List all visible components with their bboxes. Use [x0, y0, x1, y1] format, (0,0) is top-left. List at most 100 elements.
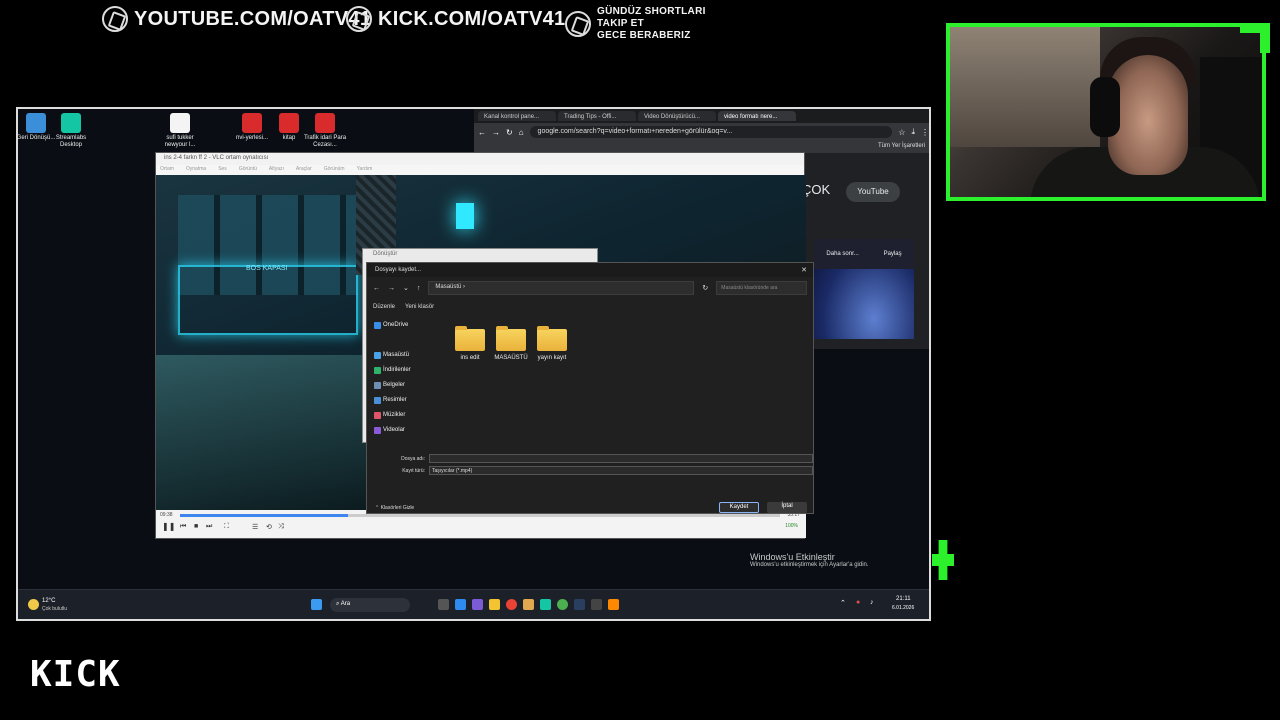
filetype-label: Kayıt türü: — [402, 468, 425, 474]
desktop-icon-video[interactable]: sufi tukker newyour l... — [155, 113, 205, 149]
close-icon[interactable]: ✕ — [801, 266, 807, 274]
tab-trading[interactable]: Trading Tips - Offi... — [558, 111, 636, 121]
file-explorer-icon[interactable] — [489, 599, 500, 610]
cloud-icon — [374, 322, 381, 329]
webcam-frame-corner — [1240, 23, 1270, 53]
stop-icon[interactable]: ■ — [194, 523, 198, 530]
prev-icon[interactable]: ⏮ — [180, 523, 186, 531]
up-icon[interactable]: ↑ — [417, 285, 421, 292]
folder-icon — [496, 326, 526, 351]
filename-label: Dosya adı: — [401, 456, 425, 462]
video-icon — [374, 427, 381, 434]
playlist-icon[interactable]: ☰ — [252, 523, 258, 531]
tab-video-format[interactable]: video formatı nere... — [718, 111, 796, 121]
teams-icon[interactable] — [472, 599, 483, 610]
sidebar-item-downloads[interactable]: İndirilenler — [371, 364, 439, 379]
filename-input[interactable] — [429, 454, 813, 463]
new-folder-button[interactable]: Yeni klasör — [405, 304, 434, 310]
pause-icon[interactable]: ❚❚ — [162, 522, 175, 531]
music-icon — [374, 412, 381, 419]
chevron-down-icon[interactable]: ⌄ — [403, 284, 409, 292]
sidebar-item-desktop[interactable]: Masaüstü — [371, 349, 439, 364]
promo-line-3: GECE BERABERIZ — [597, 30, 691, 41]
back-icon[interactable]: ← — [373, 285, 380, 292]
video-file-icon — [170, 113, 190, 133]
forward-icon[interactable]: → — [492, 128, 500, 137]
windows-taskbar: 12°C Çok bulutlu ⌕ Ara ⌃ ● ♪ 21:11 6.01.… — [18, 589, 929, 619]
weather-desc: Çok bulutlu — [42, 606, 68, 612]
menu-help[interactable]: Yardım — [357, 166, 373, 174]
cancel-button[interactable]: İptal — [767, 502, 807, 513]
filetype-select[interactable]: Taşıyıcılar (*.mp4) — [429, 466, 813, 475]
sidebar-item-pictures[interactable]: Resimler — [371, 394, 439, 409]
weather-icon[interactable] — [28, 599, 39, 610]
back-icon[interactable]: ← — [478, 128, 486, 137]
activation-subtitle: Windows'u etkinleştirmek için Ayarlar'a … — [750, 562, 869, 568]
sidebar-item-documents[interactable]: Belgeler — [371, 379, 439, 394]
path-breadcrumb[interactable]: Masaüstü › — [428, 281, 695, 295]
task-view-icon[interactable] — [438, 599, 449, 610]
menu-view[interactable]: Görünüm — [324, 166, 345, 174]
tray-chevron-icon[interactable]: ⌃ — [840, 599, 846, 607]
scene-sign: BOS KAPASI — [246, 265, 288, 272]
menu-subtitle[interactable]: Altyazı — [269, 166, 284, 174]
organize-button[interactable]: Düzenle — [373, 304, 395, 310]
folder-icon — [537, 326, 567, 351]
sidebar-item-onedrive[interactable]: OneDrive — [371, 319, 439, 334]
refresh-icon[interactable]: ↻ — [702, 284, 708, 292]
menu-tools[interactable]: Araçlar — [296, 166, 312, 174]
fullscreen-icon[interactable]: ⛶ — [224, 523, 229, 531]
menu-media[interactable]: Ortam — [160, 166, 174, 174]
forward-icon[interactable]: → — [388, 285, 395, 292]
vlc-icon[interactable] — [608, 599, 619, 610]
desktop-icon-pdf-3[interactable]: Trafik idari Para Cezası... — [300, 113, 350, 149]
loop-icon[interactable]: ⟲ — [266, 523, 272, 531]
start-icon[interactable] — [311, 599, 322, 610]
volume-icon[interactable]: ♪ — [870, 599, 874, 606]
save-button[interactable]: Kaydet — [719, 502, 759, 513]
reload-icon[interactable]: ↻ — [506, 128, 513, 137]
vlc-seek-bar[interactable] — [180, 514, 780, 517]
home-icon[interactable]: ⌂ — [519, 128, 524, 137]
sidebar-item-music[interactable]: Müzikler — [371, 409, 439, 424]
vlc-controls: 09:38 35:17 ❚❚ ⏮ ■ ⏭ ⛶ ☰ ⟲ ⤨ 100% — [156, 510, 806, 538]
next-icon[interactable]: ⏭ — [206, 523, 212, 531]
folder-masaustu[interactable]: MASAÜSTÜ — [491, 326, 531, 361]
desktop-icon-streamlabs[interactable]: Streamlabs Desktop — [46, 113, 96, 149]
desktop-icon — [374, 352, 381, 359]
shuffle-icon[interactable]: ⤨ — [278, 523, 284, 531]
menu-audio[interactable]: Ses — [218, 166, 227, 174]
folder-icon — [455, 326, 485, 351]
folder-ins-edit[interactable]: ins edit — [450, 326, 490, 361]
taskbar-search[interactable]: ⌕ Ara — [330, 598, 410, 612]
folder-search-input[interactable]: Masaüstü klasöründe ara — [716, 281, 807, 295]
streamlabs-icon[interactable] — [540, 599, 551, 610]
url-bar[interactable]: google.com/search?q=video+formatı+nerede… — [529, 126, 893, 138]
promo-line-2: TAKIP ET — [597, 18, 645, 29]
save-nav-row: ← → ⌄ ↑ Masaüstü › ↻ Masaüstü klasöründe… — [367, 277, 813, 299]
menu-dots-icon[interactable]: ⋮ — [921, 128, 929, 137]
tab-kanal[interactable]: Kanal kontrol pane... — [478, 111, 556, 121]
folder-yayin-kayit[interactable]: yayın kayıt — [532, 326, 572, 361]
tab-video-converter[interactable]: Video Dönüştürücü... — [638, 111, 716, 121]
bookmark-star-icon[interactable]: ☆ — [898, 128, 905, 137]
vlc-volume[interactable]: 100% — [785, 523, 798, 529]
menu-video[interactable]: Görüntü — [239, 166, 257, 174]
chrome-icon[interactable] — [557, 599, 568, 610]
app-icon[interactable] — [523, 599, 534, 610]
epic-icon[interactable] — [591, 599, 602, 610]
download-icon[interactable]: ⤓ — [911, 127, 915, 137]
sidebar-item-videos[interactable]: Videolar — [371, 424, 439, 439]
steam-icon[interactable] — [574, 599, 585, 610]
menu-playback[interactable]: Oynatma — [186, 166, 206, 174]
mic-icon[interactable]: ● — [856, 599, 860, 606]
watch-later-button[interactable]: Daha sonr... — [826, 251, 858, 257]
opera-icon[interactable] — [506, 599, 517, 610]
youtube-filter-chip[interactable]: YouTube — [846, 182, 900, 202]
hide-folders-toggle[interactable]: ⌃ Klasörleri Gizle — [375, 505, 414, 511]
clock-date[interactable]: 6.01.2026 — [892, 605, 914, 611]
clock-time[interactable]: 21:11 — [896, 596, 911, 602]
shorts-promo: GÜNDÜZ SHORTLARI TAKIP ET GECE BERABERIZ — [565, 6, 706, 42]
share-button[interactable]: Paylaş — [884, 251, 902, 257]
copilot-icon[interactable] — [455, 599, 466, 610]
